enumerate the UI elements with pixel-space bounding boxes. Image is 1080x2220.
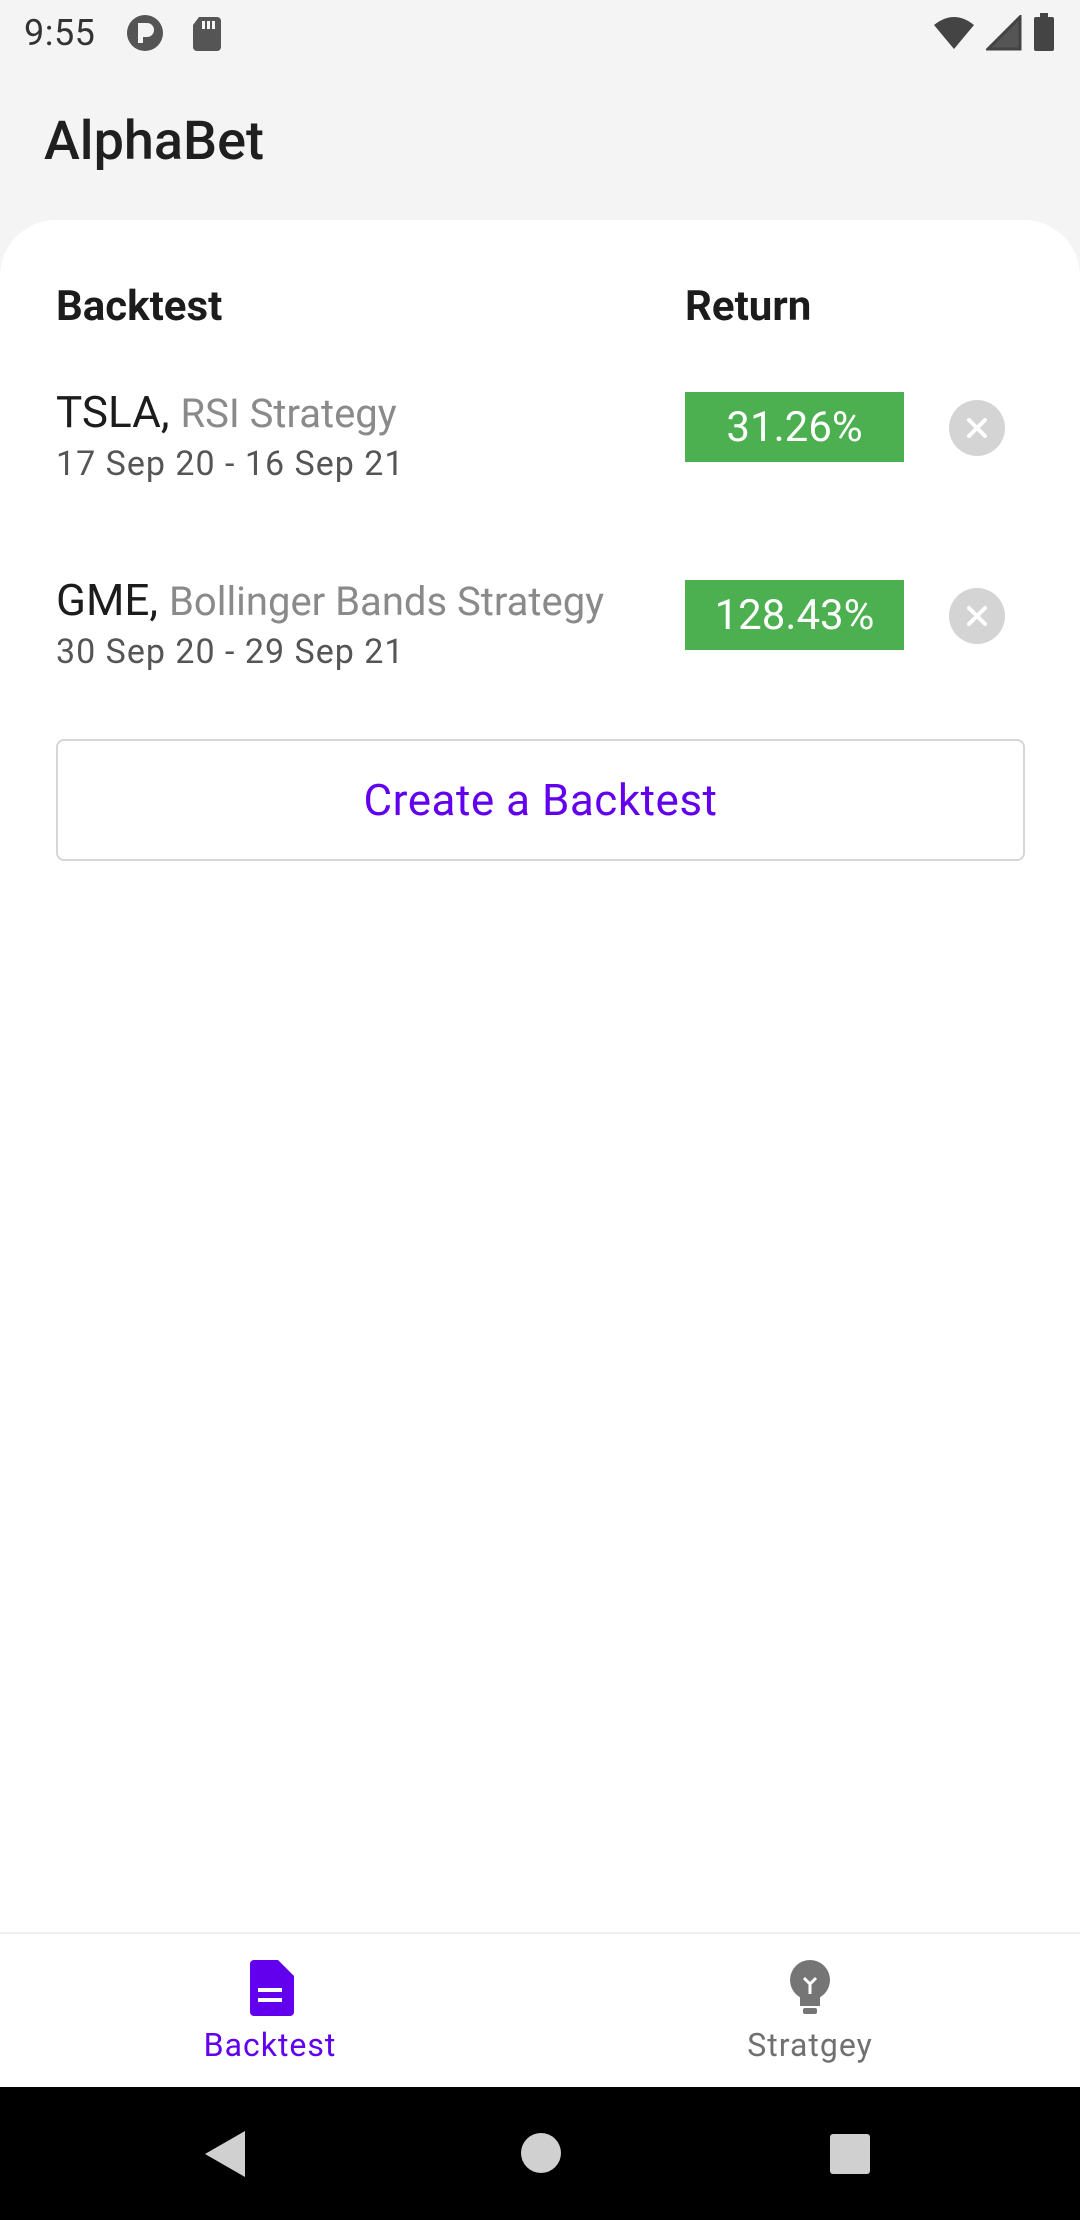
status-notification-icons	[125, 13, 223, 53]
column-header-backtest: Backtest	[56, 282, 223, 331]
sd-card-icon	[193, 17, 222, 51]
app-notification-icon	[127, 15, 164, 51]
backtest-row[interactable]: GME, Bollinger Bands Strategy 30 Sep 20 …	[0, 574, 1080, 684]
recents-icon[interactable]	[829, 2133, 871, 2175]
status-system-icons	[932, 13, 1056, 53]
create-backtest-button[interactable]: Create a Backtest	[56, 739, 1025, 861]
return-badge: 31.26%	[685, 392, 904, 462]
column-header-return: Return	[685, 282, 812, 331]
status-time: 9:55	[24, 12, 96, 54]
lightbulb-icon	[790, 1959, 830, 2014]
backtest-list-card: Backtest Return TSLA, RSI Strategy 17 Se…	[0, 220, 1080, 1932]
document-icon	[250, 1959, 294, 2016]
cellular-signal-icon	[986, 15, 1022, 51]
strategy-label: RSI Strategy	[180, 390, 397, 437]
close-icon	[967, 606, 987, 626]
delete-backtest-button[interactable]	[949, 588, 1005, 644]
wifi-icon	[934, 17, 974, 49]
screen: 9:55 AlphaBet Backtest Return TSLA, RSI …	[0, 0, 1080, 2220]
bottom-navigation: Backtest Stratgey	[0, 1932, 1080, 2087]
strategy-label: Bollinger Bands Strategy	[168, 578, 605, 625]
close-icon	[967, 418, 987, 438]
nav-label-backtest: Backtest	[203, 2025, 337, 2064]
back-icon[interactable]	[203, 2129, 249, 2179]
nav-label-strategy: Stratgey	[747, 2025, 873, 2064]
status-bar: 9:55	[0, 0, 1080, 66]
backtest-title: GME, Bollinger Bands Strategy	[56, 574, 604, 626]
ticker-label: TSLA,	[56, 386, 170, 438]
ticker-label: GME,	[56, 574, 159, 626]
date-range: 17 Sep 20 - 16 Sep 21	[56, 444, 405, 484]
delete-backtest-button[interactable]	[949, 400, 1005, 456]
app-title: AlphaBet	[44, 110, 265, 173]
nav-item-backtest[interactable]: Backtest	[0, 1934, 540, 2089]
return-badge: 128.43%	[685, 580, 904, 650]
backtest-title: TSLA, RSI Strategy	[56, 386, 397, 438]
date-range: 30 Sep 20 - 29 Sep 21	[56, 632, 405, 672]
backtest-row[interactable]: TSLA, RSI Strategy 17 Sep 20 - 16 Sep 21…	[0, 386, 1080, 496]
system-navigation-bar	[0, 2087, 1080, 2220]
nav-item-strategy[interactable]: Stratgey	[540, 1934, 1080, 2089]
home-icon[interactable]	[520, 2132, 562, 2174]
battery-icon	[1034, 13, 1054, 51]
